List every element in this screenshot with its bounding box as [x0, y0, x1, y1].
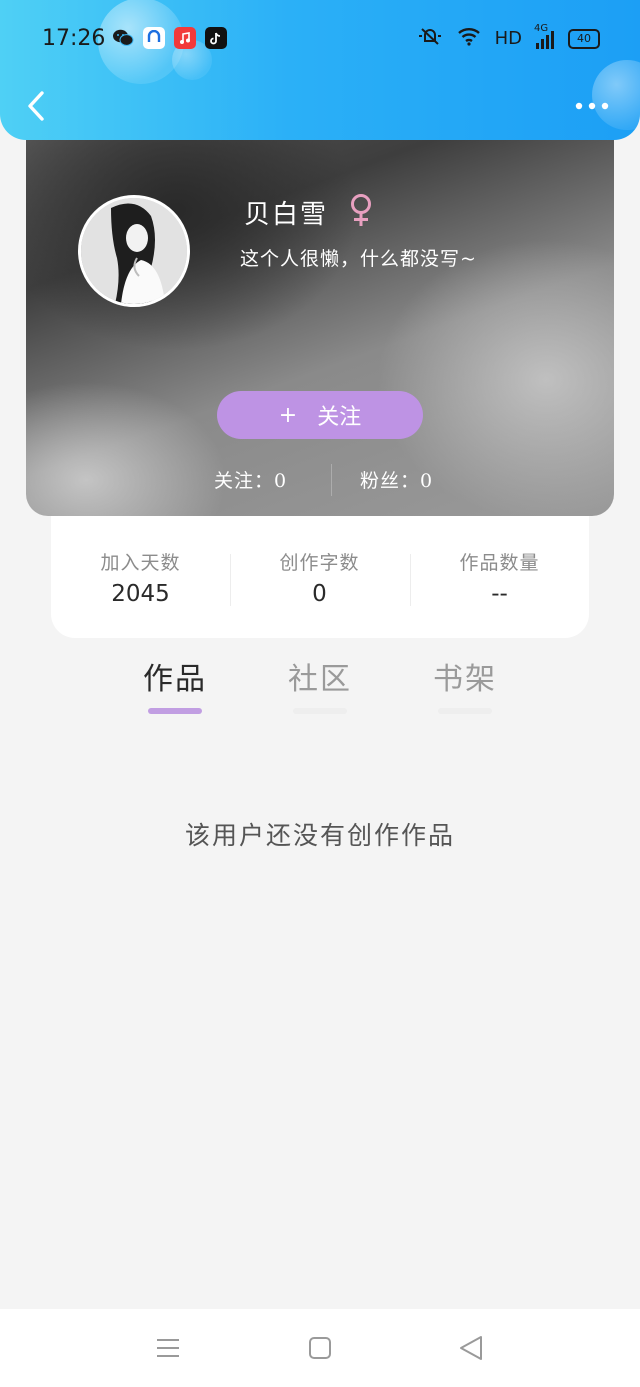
user-name: 贝白雪	[244, 200, 329, 230]
profile-page: 17:26 HD 4G 40 贝白雪 这个人很懒，什么都没写~ + 关注 关注：…	[0, 0, 640, 1387]
content-tabs: 作品 社区 书架	[0, 650, 640, 720]
signal-icon: 4G	[534, 23, 554, 49]
wechat-icon	[112, 27, 134, 49]
mute-bell-icon	[417, 26, 443, 51]
wifi-icon	[457, 26, 481, 51]
back-nav-button[interactable]	[456, 1333, 486, 1363]
tab-indicator	[293, 708, 347, 714]
tab-works[interactable]: 作品	[125, 654, 225, 714]
stat-label: 加入天数	[100, 552, 181, 574]
fans-count[interactable]: 粉丝：0	[360, 466, 433, 493]
chevron-left-icon	[28, 91, 44, 121]
tab-label: 作品	[143, 662, 207, 697]
security-app-icon	[143, 27, 165, 49]
stat-works-count: 作品数量 --	[410, 548, 589, 607]
battery-icon: 40	[568, 28, 600, 49]
stat-label: 创作字数	[279, 552, 360, 574]
user-bio: 这个人很懒，什么都没写~	[240, 248, 477, 270]
menu-icon	[157, 1339, 179, 1357]
counts-divider	[331, 464, 332, 496]
stat-word-count: 创作字数 0	[230, 548, 409, 607]
home-button[interactable]	[305, 1333, 335, 1363]
plus-icon: +	[278, 402, 298, 428]
tiktok-icon	[205, 27, 227, 49]
avatar[interactable]	[78, 195, 190, 307]
signal-label: 4G	[534, 22, 549, 34]
back-triangle-icon	[460, 1336, 482, 1360]
stat-value: --	[491, 581, 508, 607]
stats-card: 加入天数 2045 创作字数 0 作品数量 --	[51, 512, 589, 638]
status-indicators: HD 4G 40	[417, 23, 600, 51]
status-bar: 17:26 HD 4G 40	[0, 0, 640, 78]
follow-label: 关注	[317, 405, 362, 430]
tab-indicator	[148, 708, 202, 714]
nav-row	[0, 78, 640, 134]
stat-label: 作品数量	[459, 552, 540, 574]
status-time: 17:26	[42, 26, 106, 51]
back-button[interactable]	[18, 84, 54, 128]
following-count[interactable]: 关注：0	[214, 466, 287, 493]
menu-button[interactable]	[153, 1333, 183, 1363]
music-app-icon	[174, 27, 196, 49]
home-square-icon	[309, 1337, 331, 1359]
stat-value: 2045	[111, 581, 170, 607]
tab-bookshelf[interactable]: 书架	[415, 654, 515, 714]
system-nav-bar	[0, 1309, 640, 1387]
avatar-image	[81, 198, 187, 304]
tab-community[interactable]: 社区	[270, 654, 370, 714]
tab-label: 社区	[288, 662, 352, 697]
more-dots-icon	[575, 102, 609, 110]
more-button[interactable]	[570, 86, 614, 126]
stat-join-days: 加入天数 2045	[51, 548, 230, 607]
follow-button[interactable]: + 关注	[217, 391, 423, 439]
tab-indicator	[438, 708, 492, 714]
stat-value: 0	[312, 581, 327, 607]
network-type: HD	[494, 28, 522, 49]
tab-label: 书架	[433, 662, 497, 697]
top-header: 17:26 HD 4G 40	[0, 0, 640, 140]
follow-counts: 关注：0 粉丝：0	[26, 462, 614, 498]
female-gender-icon	[351, 194, 371, 226]
empty-state-message: 该用户还没有创作作品	[184, 821, 455, 850]
profile-card: 贝白雪 这个人很懒，什么都没写~ + 关注 关注：0 粉丝：0	[26, 100, 614, 516]
